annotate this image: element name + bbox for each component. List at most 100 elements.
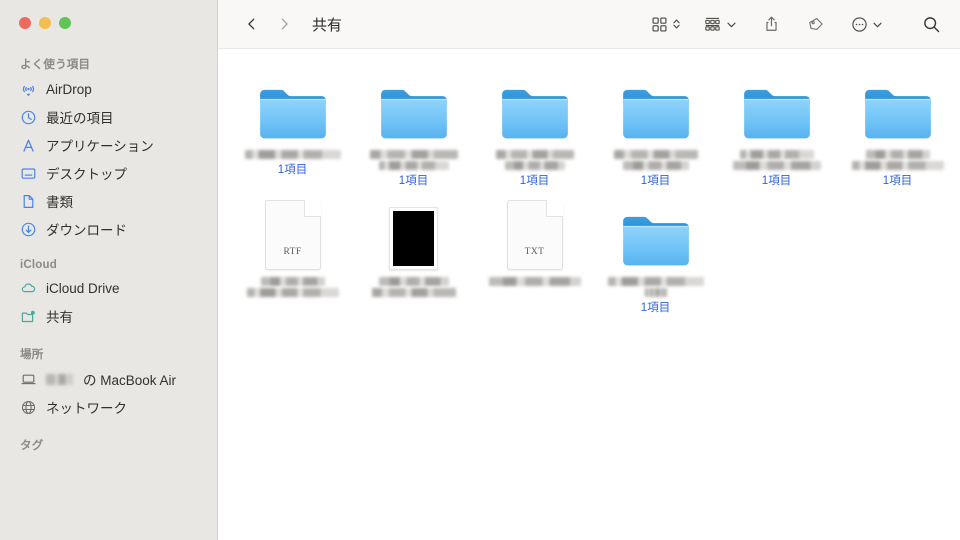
redacted-file-name [644, 288, 667, 297]
back-button[interactable] [236, 9, 268, 39]
file-item[interactable]: RTF [232, 192, 353, 319]
file-label: 1項目 [479, 150, 591, 188]
item-count-label: 1項目 [882, 175, 913, 187]
folder-icon [257, 75, 329, 143]
folder-glyph [743, 89, 810, 139]
redacted-file-name [371, 288, 456, 297]
redacted-file-name [739, 150, 814, 159]
close-button[interactable] [19, 17, 31, 29]
stepper-chevrons-icon [673, 19, 680, 29]
item-count-label: 1項目 [277, 164, 308, 176]
icon-view-button[interactable] [647, 9, 685, 39]
folder-icon [620, 202, 692, 270]
search-button[interactable] [918, 9, 945, 39]
redacted-file-name [378, 161, 449, 170]
file-grid-row: RTF TXT 1項目 [232, 192, 958, 319]
redacted-file-name [369, 150, 458, 159]
folder-icon [378, 75, 450, 143]
file-label: 1項目 [721, 150, 833, 188]
sidebar-item-recents[interactable]: 最近の項目 [0, 103, 217, 131]
file-item[interactable] [353, 192, 474, 319]
redacted-user-name [46, 373, 73, 385]
folder-icon [862, 75, 934, 143]
item-count-label: 1項目 [640, 175, 671, 187]
sidebar-item-airdrop[interactable]: AirDrop [0, 75, 217, 103]
file-extension-label: RTF [283, 247, 302, 257]
airdrop-icon [20, 81, 37, 98]
folder-item[interactable]: 1項目 [353, 65, 474, 192]
forward-button[interactable] [268, 9, 300, 39]
folder-glyph [380, 89, 447, 139]
folder-item[interactable]: 1項目 [595, 65, 716, 192]
redacted-file-name [244, 150, 341, 159]
redacted-file-name [622, 161, 689, 170]
sidebar-item-label: の MacBook Air [83, 373, 177, 388]
folder-item[interactable]: 1項目 [716, 65, 837, 192]
minimize-button[interactable] [39, 17, 51, 29]
file-label: 1項目 [600, 150, 712, 188]
file-label [358, 277, 470, 297]
sidebar-item-label: 共有 [46, 310, 73, 325]
redacted-file-name [607, 277, 704, 286]
more-button[interactable] [847, 9, 887, 39]
applications-icon [20, 137, 37, 154]
share-button[interactable] [759, 9, 784, 39]
sidebar-item-label: 最近の項目 [46, 111, 114, 126]
item-count-label: 1項目 [640, 302, 671, 314]
redacted-file-name [495, 150, 574, 159]
sidebar: よく使う項目 AirDrop 最近の項目 アプリケーション デスクトップ 書類 … [0, 0, 218, 540]
document-icon: RTF [264, 200, 321, 270]
desktop-icon [20, 165, 37, 182]
folder-item[interactable]: 1項目 [232, 65, 353, 192]
file-label: 1項目 [600, 277, 712, 315]
chevron-down-icon [727, 22, 736, 27]
sidebar-item-label: iCloud Drive [46, 280, 120, 296]
sidebar-item-network[interactable]: ネットワーク [0, 393, 217, 421]
tag-button[interactable] [802, 9, 829, 39]
redacted-file-name [865, 150, 930, 159]
sidebar-item-label: 書類 [46, 195, 73, 210]
redacted-file-name [246, 288, 339, 297]
laptop-icon [20, 371, 37, 388]
redacted-file-name [504, 161, 565, 170]
sidebar-item-macbook-air[interactable]: の MacBook Air [0, 365, 217, 393]
folder-item[interactable]: 1項目 [837, 65, 958, 192]
file-label [237, 277, 349, 297]
redacted-file-name [732, 161, 821, 170]
sidebar-item-documents[interactable]: 書類 [0, 187, 217, 215]
redacted-file-name [378, 277, 449, 286]
folder-glyph [501, 89, 568, 139]
folder-item[interactable]: 1項目 [595, 192, 716, 319]
cloud-icon [20, 280, 37, 297]
file-label: 1項目 [237, 150, 349, 177]
folder-item[interactable]: 1項目 [474, 65, 595, 192]
folder-glyph [622, 216, 689, 266]
folder-icon [620, 75, 692, 143]
file-item[interactable]: TXT [474, 192, 595, 319]
redacted-file-name [488, 277, 581, 286]
folder-glyph [622, 89, 689, 139]
sidebar-item-downloads[interactable]: ダウンロード [0, 215, 217, 243]
page-title: 共有 [312, 16, 343, 34]
redacted-file-name [613, 150, 698, 159]
documents-icon [20, 193, 37, 210]
sidebar-item-icloud-drive[interactable]: iCloud Drive [0, 274, 217, 302]
sidebar-section-locations-header: 場所 [20, 349, 44, 361]
file-label [479, 277, 591, 286]
folder-icon [741, 75, 813, 143]
redacted-file-name [851, 161, 944, 170]
item-count-label: 1項目 [398, 175, 429, 187]
file-label: 1項目 [842, 150, 954, 188]
group-by-button[interactable] [699, 9, 741, 39]
zoom-button[interactable] [59, 17, 71, 29]
file-label: 1項目 [358, 150, 470, 188]
document-icon: TXT [506, 200, 563, 270]
folder-glyph [259, 89, 326, 139]
sidebar-item-applications[interactable]: アプリケーション [0, 131, 217, 159]
shared-folder-icon [20, 308, 37, 325]
sidebar-item-shared[interactable]: 共有 [0, 302, 217, 330]
sidebar-item-desktop[interactable]: デスクトップ [0, 159, 217, 187]
